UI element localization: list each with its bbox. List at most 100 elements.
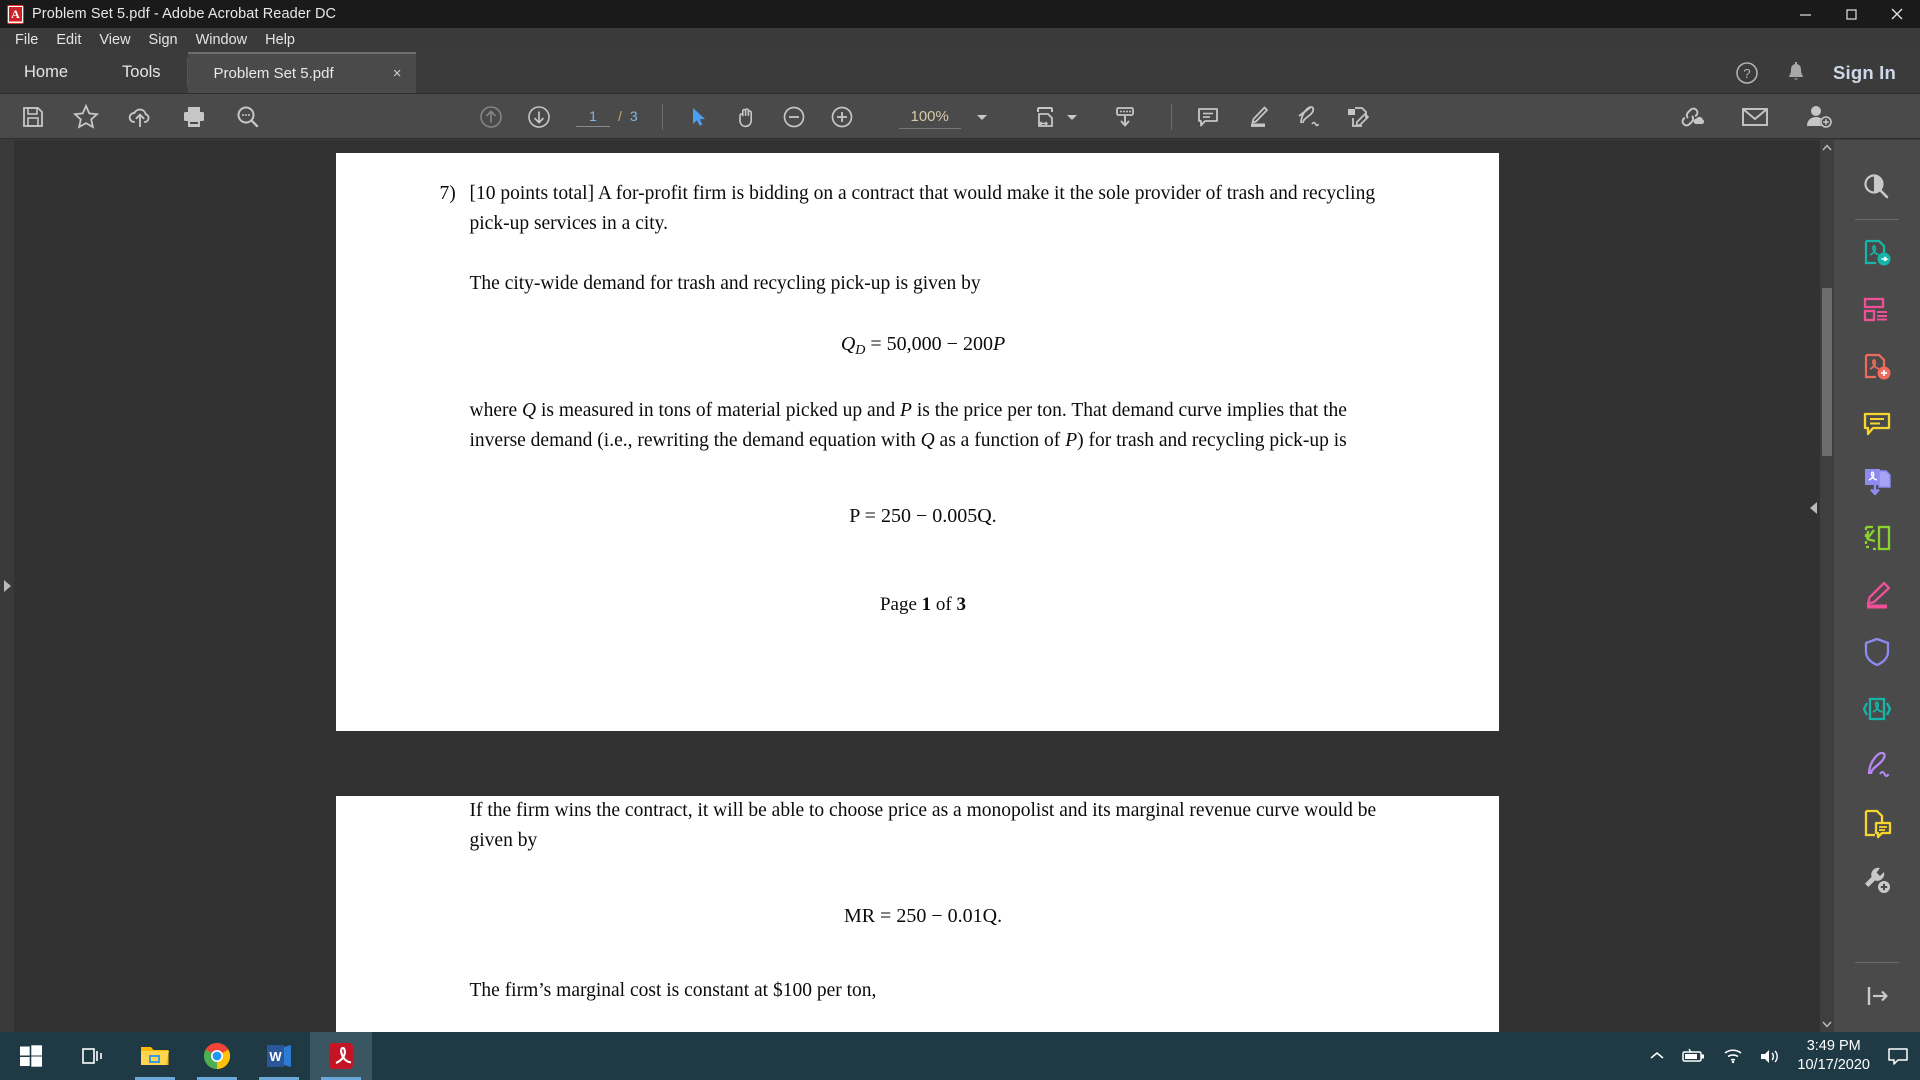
fit-page-chevron-icon[interactable] <box>1066 114 1077 120</box>
tab-tools[interactable]: Tools <box>96 52 187 93</box>
email-icon[interactable] <box>1740 105 1770 129</box>
paragraph-inverse-demand: where Q is measured in tons of material … <box>440 396 1407 456</box>
document-page-2: If the firm wins the contract, it will b… <box>335 796 1499 1032</box>
taskbar-adobe-acrobat[interactable] <box>310 1032 372 1080</box>
right-pane-collapse-toggle[interactable] <box>1806 495 1820 521</box>
taskbar-file-explorer[interactable] <box>124 1032 186 1080</box>
edit-pdf-tool-icon[interactable] <box>1834 509 1920 566</box>
compress-pdf-tool-icon[interactable] <box>1834 680 1920 737</box>
scroll-mode-icon[interactable] <box>1111 103 1139 131</box>
add-person-icon[interactable] <box>1804 103 1834 131</box>
taskbar-app-group: W <box>0 1032 372 1080</box>
next-page-icon[interactable] <box>526 104 552 130</box>
help-circle-icon[interactable]: ? <box>1735 61 1759 85</box>
footer-page-number: 1 <box>921 594 932 615</box>
taskbar-microsoft-word[interactable]: W <box>248 1032 310 1080</box>
scrollbar-thumb[interactable] <box>1822 288 1832 456</box>
p2-var-q2: Q <box>920 430 935 451</box>
cursor-icon[interactable] <box>685 104 711 130</box>
pdf-app-icon: A <box>7 4 24 24</box>
maximize-button[interactable] <box>1828 0 1874 28</box>
svg-text:W: W <box>269 1049 282 1064</box>
speaker-icon[interactable] <box>1759 1048 1781 1065</box>
zoom-level-control[interactable]: 100% <box>898 106 987 129</box>
vertical-scrollbar[interactable] <box>1820 140 1834 1032</box>
more-tools-icon[interactable] <box>1834 851 1920 908</box>
p2-var-p1: P <box>900 400 912 421</box>
menu-window[interactable]: Window <box>187 30 257 50</box>
tab-bar-right-group: ? Sign In <box>1735 52 1920 94</box>
comment-tool-icon[interactable] <box>1834 395 1920 452</box>
tab-close-icon[interactable]: × <box>393 66 402 81</box>
zoom-level-value[interactable]: 100% <box>898 106 961 129</box>
zoom-search-icon[interactable] <box>234 103 262 131</box>
bell-icon[interactable] <box>1785 61 1807 85</box>
eq1-rhs: = 50,000 − 200 <box>865 333 993 355</box>
chevron-left-icon <box>1809 502 1817 514</box>
chevron-up-icon[interactable] <box>1649 1050 1665 1062</box>
page-2-content: If the firm wins the contract, it will b… <box>336 796 1499 1006</box>
windows-start-button[interactable] <box>0 1032 62 1080</box>
scroll-down-button[interactable] <box>1820 1016 1834 1032</box>
print-icon[interactable] <box>180 103 208 131</box>
scroll-up-button[interactable] <box>1820 140 1834 156</box>
toolbar-divider-2 <box>1170 104 1172 130</box>
taskbar-clock[interactable]: 3:49 PM 10/17/2020 <box>1797 1037 1870 1075</box>
menu-help[interactable]: Help <box>256 30 304 50</box>
p2-e: ) for trash and recycling pick-up is <box>1077 430 1347 451</box>
save-icon[interactable] <box>20 104 46 130</box>
window-controls <box>1782 0 1920 28</box>
document-viewer: 7) [10 points total] A for-profit firm i… <box>0 140 1920 1032</box>
windows-taskbar: W 3:49 PM 10/17/2020 <box>0 1032 1920 1080</box>
p2-b: is measured in tons of material picked u… <box>536 400 901 421</box>
sign-in-button[interactable]: Sign In <box>1833 62 1896 84</box>
page-number-input[interactable]: 1 <box>576 107 610 127</box>
organize-pages-tool-icon[interactable] <box>1834 281 1920 338</box>
cloud-upload-icon[interactable] <box>126 103 154 131</box>
create-pdf-tool-icon[interactable] <box>1834 338 1920 395</box>
export-pdf-tool-icon[interactable] <box>1834 224 1920 281</box>
tools-pane-divider-bottom <box>1855 962 1899 963</box>
toolbar-divider-1 <box>661 104 663 130</box>
fill-and-sign-tool-icon[interactable] <box>1834 737 1920 794</box>
equation-marginal-revenue: MR = 250 − 0.01Q. <box>843 905 1003 927</box>
menu-edit[interactable]: Edit <box>47 30 90 50</box>
tab-home[interactable]: Home <box>0 52 96 93</box>
document-page-1: 7) [10 points total] A for-profit firm i… <box>335 153 1499 731</box>
p2-a: where <box>469 400 523 421</box>
fill-and-sign-icon[interactable] <box>1344 103 1372 131</box>
comment-icon[interactable] <box>1194 103 1222 131</box>
toolbar-center-group: 1 / 3 100% <box>478 94 1372 140</box>
hand-icon[interactable] <box>733 104 759 130</box>
zoom-out-icon[interactable] <box>781 104 807 130</box>
left-panel-toggle[interactable] <box>0 140 14 1032</box>
highlight-tool-icon[interactable] <box>1834 566 1920 623</box>
previous-page-icon[interactable] <box>478 104 504 130</box>
zoom-in-icon[interactable] <box>829 104 855 130</box>
menu-file[interactable]: File <box>6 30 47 50</box>
highlight-icon[interactable] <box>1244 103 1272 131</box>
task-view-button[interactable] <box>62 1032 124 1080</box>
main-toolbar: 1 / 3 100% <box>0 94 1920 140</box>
action-center-icon[interactable] <box>1886 1045 1910 1067</box>
battery-charging-icon[interactable] <box>1681 1048 1707 1064</box>
taskbar-google-chrome[interactable] <box>186 1032 248 1080</box>
menu-view[interactable]: View <box>90 30 139 50</box>
share-link-icon[interactable] <box>1676 103 1706 131</box>
chevron-down-icon[interactable] <box>976 114 987 120</box>
menu-sign[interactable]: Sign <box>140 30 187 50</box>
menu-bar: File Edit View Sign Window Help <box>0 28 1920 52</box>
close-button[interactable] <box>1874 0 1920 28</box>
minimize-button[interactable] <box>1782 0 1828 28</box>
collapse-tools-pane-icon[interactable] <box>1834 967 1920 1024</box>
freehand-draw-icon[interactable] <box>1294 103 1322 131</box>
wifi-icon[interactable] <box>1723 1048 1743 1064</box>
page-scroll-area[interactable]: 7) [10 points total] A for-profit firm i… <box>14 140 1820 1032</box>
protect-tool-icon[interactable] <box>1834 623 1920 680</box>
star-icon[interactable] <box>72 103 100 131</box>
fit-page-icon[interactable] <box>1031 103 1059 131</box>
tab-document[interactable]: Problem Set 5.pdf × <box>187 52 416 93</box>
combine-files-tool-icon[interactable] <box>1834 452 1920 509</box>
search-tool-icon[interactable] <box>1834 158 1920 215</box>
request-signatures-tool-icon[interactable] <box>1834 794 1920 851</box>
